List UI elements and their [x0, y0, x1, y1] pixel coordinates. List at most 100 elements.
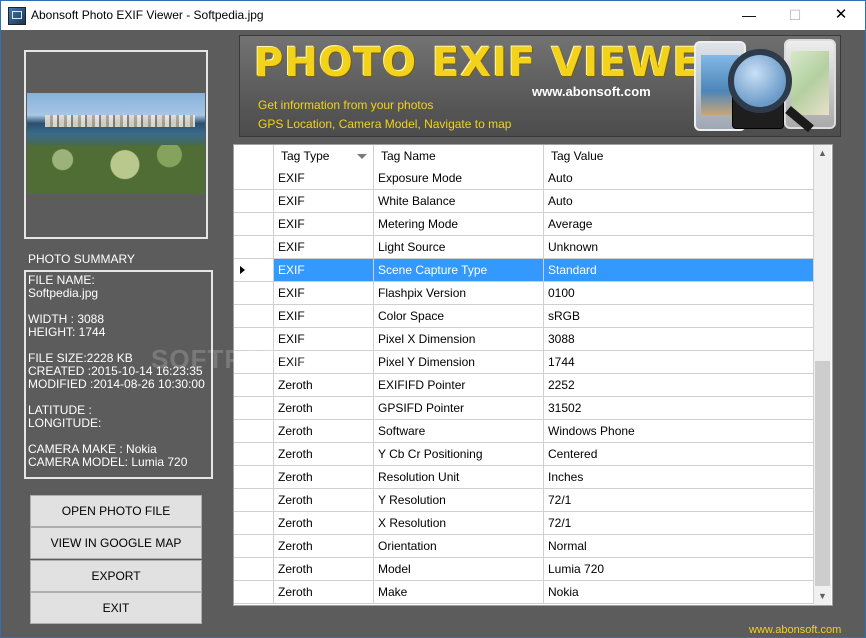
row-header[interactable] — [234, 282, 274, 305]
cell-tag-value[interactable]: Windows Phone — [544, 420, 814, 443]
table-row[interactable]: EXIF Flashpix Version 0100 — [234, 282, 814, 305]
row-header[interactable] — [234, 558, 274, 581]
cell-tag-name[interactable]: Scene Capture Type — [374, 259, 544, 282]
row-header[interactable] — [234, 213, 274, 236]
cell-tag-name[interactable]: Pixel X Dimension — [374, 328, 544, 351]
row-header[interactable] — [234, 167, 274, 190]
scroll-up-icon[interactable]: ▲ — [814, 145, 831, 162]
cell-tag-value[interactable]: 3088 — [544, 328, 814, 351]
exif-tag-grid[interactable]: Tag Type Tag Name Tag Value EXIF Exposure… — [233, 144, 833, 606]
table-row[interactable]: EXIF Metering Mode Average — [234, 213, 814, 236]
row-header[interactable] — [234, 259, 274, 282]
cell-tag-value[interactable]: Unknown — [544, 236, 814, 259]
cell-tag-type[interactable]: EXIF — [274, 236, 374, 259]
cell-tag-type[interactable]: EXIF — [274, 305, 374, 328]
row-header[interactable] — [234, 443, 274, 466]
cell-tag-name[interactable]: Y Cb Cr Positioning — [374, 443, 544, 466]
column-header-tag-name[interactable]: Tag Name — [374, 145, 544, 167]
cell-tag-name[interactable]: Metering Mode — [374, 213, 544, 236]
abonsoft-footer-link[interactable]: www.abonsoft.com — [749, 624, 841, 636]
cell-tag-type[interactable]: Zeroth — [274, 443, 374, 466]
open-photo-file-button[interactable]: OPEN PHOTO FILE — [30, 495, 202, 527]
table-row[interactable]: Zeroth GPSIFD Pointer 31502 — [234, 397, 814, 420]
cell-tag-name[interactable]: Model — [374, 558, 544, 581]
minimize-button[interactable]: — — [726, 1, 772, 30]
row-header[interactable] — [234, 374, 274, 397]
cell-tag-value[interactable]: Centered — [544, 443, 814, 466]
table-row[interactable]: Zeroth X Resolution 72/1 — [234, 512, 814, 535]
cell-tag-name[interactable]: EXIFIFD Pointer — [374, 374, 544, 397]
table-row[interactable]: Zeroth Model Lumia 720 — [234, 558, 814, 581]
cell-tag-name[interactable]: Resolution Unit — [374, 466, 544, 489]
cell-tag-value[interactable]: Inches — [544, 466, 814, 489]
cell-tag-value[interactable]: Auto — [544, 167, 814, 190]
title-bar[interactable]: Abonsoft Photo EXIF Viewer - Softpedia.j… — [1, 1, 865, 30]
cell-tag-type[interactable]: EXIF — [274, 167, 374, 190]
table-row[interactable]: EXIF Exposure Mode Auto — [234, 167, 814, 190]
cell-tag-type[interactable]: Zeroth — [274, 489, 374, 512]
table-row[interactable]: EXIF Color Space sRGB — [234, 305, 814, 328]
cell-tag-name[interactable]: Pixel Y Dimension — [374, 351, 544, 374]
cell-tag-type[interactable]: EXIF — [274, 282, 374, 305]
cell-tag-type[interactable]: EXIF — [274, 213, 374, 236]
row-header[interactable] — [234, 420, 274, 443]
maximize-button[interactable]: ☐ — [772, 1, 818, 30]
table-row[interactable]: Zeroth EXIFIFD Pointer 2252 — [234, 374, 814, 397]
cell-tag-type[interactable]: EXIF — [274, 259, 374, 282]
table-row[interactable]: Zeroth Make Nokia — [234, 581, 814, 604]
row-header[interactable] — [234, 581, 274, 604]
cell-tag-type[interactable]: Zeroth — [274, 397, 374, 420]
table-row[interactable]: EXIF Pixel X Dimension 3088 — [234, 328, 814, 351]
cell-tag-name[interactable]: Make — [374, 581, 544, 604]
cell-tag-value[interactable]: sRGB — [544, 305, 814, 328]
cell-tag-name[interactable]: Exposure Mode — [374, 167, 544, 190]
cell-tag-name[interactable]: GPSIFD Pointer — [374, 397, 544, 420]
export-button[interactable]: EXPORT — [30, 560, 202, 592]
cell-tag-value[interactable]: 72/1 — [544, 489, 814, 512]
row-header[interactable] — [234, 305, 274, 328]
cell-tag-name[interactable]: White Balance — [374, 190, 544, 213]
cell-tag-name[interactable]: Light Source — [374, 236, 544, 259]
table-row[interactable]: EXIF White Balance Auto — [234, 190, 814, 213]
cell-tag-type[interactable]: Zeroth — [274, 581, 374, 604]
table-row[interactable]: Zeroth Software Windows Phone — [234, 420, 814, 443]
row-header[interactable] — [234, 466, 274, 489]
cell-tag-name[interactable]: X Resolution — [374, 512, 544, 535]
cell-tag-type[interactable]: Zeroth — [274, 374, 374, 397]
close-button[interactable]: ✕ — [818, 1, 864, 30]
cell-tag-name[interactable]: Orientation — [374, 535, 544, 558]
table-row[interactable]: Zeroth Y Resolution 72/1 — [234, 489, 814, 512]
cell-tag-value[interactable]: Nokia — [544, 581, 814, 604]
cell-tag-name[interactable]: Color Space — [374, 305, 544, 328]
row-header[interactable] — [234, 236, 274, 259]
cell-tag-name[interactable]: Software — [374, 420, 544, 443]
cell-tag-value[interactable]: 0100 — [544, 282, 814, 305]
table-row[interactable]: EXIF Scene Capture Type Standard — [234, 259, 814, 282]
cell-tag-value[interactable]: Standard — [544, 259, 814, 282]
column-header-tag-type[interactable]: Tag Type — [274, 145, 374, 167]
table-row[interactable]: EXIF Pixel Y Dimension 1744 — [234, 351, 814, 374]
cell-tag-value[interactable]: 72/1 — [544, 512, 814, 535]
cell-tag-name[interactable]: Y Resolution — [374, 489, 544, 512]
cell-tag-value[interactable]: Normal — [544, 535, 814, 558]
exit-button[interactable]: EXIT — [30, 592, 202, 624]
row-header[interactable] — [234, 397, 274, 420]
cell-tag-value[interactable]: Average — [544, 213, 814, 236]
vertical-scrollbar[interactable]: ▲ ▼ — [814, 145, 831, 605]
row-header[interactable] — [234, 190, 274, 213]
table-row[interactable]: Zeroth Resolution Unit Inches — [234, 466, 814, 489]
row-header[interactable] — [234, 489, 274, 512]
table-row[interactable]: Zeroth Y Cb Cr Positioning Centered — [234, 443, 814, 466]
scroll-thumb[interactable] — [815, 361, 830, 586]
view-in-google-map-button[interactable]: VIEW IN GOOGLE MAP — [30, 527, 202, 559]
row-header[interactable] — [234, 512, 274, 535]
cell-tag-value[interactable]: 2252 — [544, 374, 814, 397]
cell-tag-name[interactable]: Flashpix Version — [374, 282, 544, 305]
scroll-down-icon[interactable]: ▼ — [814, 588, 831, 605]
cell-tag-type[interactable]: Zeroth — [274, 512, 374, 535]
cell-tag-value[interactable]: Auto — [544, 190, 814, 213]
cell-tag-value[interactable]: 31502 — [544, 397, 814, 420]
cell-tag-type[interactable]: EXIF — [274, 190, 374, 213]
cell-tag-type[interactable]: Zeroth — [274, 535, 374, 558]
table-row[interactable]: Zeroth Orientation Normal — [234, 535, 814, 558]
